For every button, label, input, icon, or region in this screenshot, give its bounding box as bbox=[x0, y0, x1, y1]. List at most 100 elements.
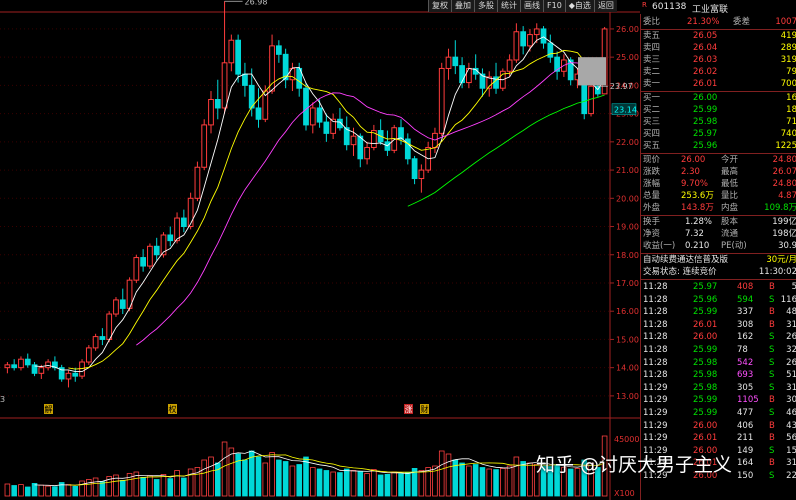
candle-body bbox=[547, 42, 554, 58]
candle-body bbox=[4, 364, 11, 369]
stat2-row: 净资 7.32 流通 198亿 bbox=[641, 229, 796, 240]
weibi-row: 委比 21.30% 委差 1007 bbox=[641, 17, 796, 28]
tick-count: 48 bbox=[786, 307, 796, 318]
toolbar-0[interactable]: 复权 bbox=[428, 0, 451, 12]
tick-time: 11:28 bbox=[643, 282, 668, 292]
tick-count: 46 bbox=[786, 408, 796, 418]
toolbar-4[interactable]: 画线 bbox=[520, 0, 543, 12]
tick-vol: 337 bbox=[737, 307, 754, 318]
tick-vol: 477 bbox=[737, 408, 754, 418]
candle-body bbox=[167, 234, 174, 242]
volume-bar bbox=[323, 470, 330, 497]
ask-vol: 289 bbox=[780, 43, 796, 53]
trade-status-label: 交易状态: 连续竞价 bbox=[643, 267, 717, 277]
tick-count: 116 bbox=[780, 294, 796, 305]
ask-vol: 419 bbox=[780, 31, 796, 41]
candle-body bbox=[92, 336, 99, 349]
stat-value: 253.6万 bbox=[681, 191, 714, 201]
volume-bar bbox=[140, 476, 146, 497]
high-label: 26.98 bbox=[245, 0, 268, 6]
axis-label: 20.00 bbox=[616, 194, 639, 203]
tick-side: B bbox=[769, 420, 775, 431]
tick-row: 11:28 25.99 78 S 32 bbox=[641, 345, 796, 356]
toolbar-5[interactable]: F10 bbox=[543, 0, 565, 12]
vol-axis-label: 45000 bbox=[614, 435, 639, 444]
bid-row: 买二 25.99 18 bbox=[641, 105, 796, 116]
chart-grid bbox=[0, 0, 640, 500]
volume-bar bbox=[52, 486, 58, 497]
volume-bar bbox=[316, 468, 323, 497]
stat-value: 143.8万 bbox=[681, 203, 714, 213]
tick-row: 11:29 26.01 211 B 56 bbox=[641, 433, 796, 444]
candle-body bbox=[106, 313, 113, 340]
ask-label: 卖五 bbox=[643, 31, 661, 41]
stat-row: 涨幅 9.70% 最低 24.80 bbox=[641, 179, 796, 190]
volume-bar bbox=[255, 456, 262, 497]
candle-body bbox=[309, 107, 316, 126]
volume-bar bbox=[479, 467, 486, 497]
candle-body bbox=[459, 65, 465, 84]
candle-body bbox=[520, 31, 527, 47]
axis-label: 25.00 bbox=[616, 53, 639, 62]
candle-body bbox=[174, 217, 180, 242]
tick-vol: 308 bbox=[737, 319, 754, 330]
bid-price: 25.97 bbox=[693, 129, 718, 139]
current-tag: 23.14 bbox=[614, 106, 637, 115]
stat-row: 涨跌 2.30 最高 26.07 bbox=[641, 167, 796, 178]
ask-vol: 700 bbox=[780, 79, 796, 89]
volume-bar bbox=[343, 468, 350, 497]
toolbar-7[interactable]: 返回 bbox=[593, 0, 617, 12]
volume-bar bbox=[282, 461, 289, 497]
ask-price: 26.04 bbox=[693, 43, 718, 53]
tick-time: 11:29 bbox=[643, 382, 668, 393]
tick-time: 11:28 bbox=[643, 332, 668, 343]
volume-bar bbox=[357, 470, 364, 497]
toolbar-3[interactable]: 统计 bbox=[497, 0, 520, 12]
trade-status-row: 交易状态: 连续竞价 11:30:02 bbox=[641, 267, 796, 278]
tick-row: 11:29 25.98 305 S 31 bbox=[641, 383, 796, 394]
tick-row: 11:28 25.97 408 B 5 bbox=[641, 282, 796, 293]
tick-row: 11:28 26.01 308 B 31 bbox=[641, 320, 796, 331]
weibi-value: 21.30% bbox=[687, 17, 720, 27]
bid-row: 买四 25.97 740 bbox=[641, 129, 796, 140]
promo-row[interactable]: 自动续费通达信普及版 30元/月 bbox=[641, 255, 796, 266]
tick-price: 26.01 bbox=[693, 433, 718, 444]
tick-price: 26.01 bbox=[693, 319, 718, 330]
axis-label: 15.00 bbox=[616, 335, 639, 344]
stat2-label-2: 流通 bbox=[721, 229, 739, 239]
candle-body bbox=[147, 245, 153, 267]
kline-chart[interactable]: 26.0025.0024.0023.0022.0021.0020.0019.00… bbox=[0, 0, 640, 500]
tick-row: 11:28 26.00 162 S 26 bbox=[641, 332, 796, 343]
stat2-label-2: PE(动) bbox=[721, 241, 747, 251]
panel-separator bbox=[641, 215, 796, 216]
volume-bar bbox=[24, 486, 31, 497]
stat2-label: 换手 bbox=[643, 217, 661, 227]
stat2-row: 换手 1.28% 股本 199亿 bbox=[641, 217, 796, 228]
candle-body bbox=[24, 358, 31, 366]
tick-price: 25.98 bbox=[693, 357, 718, 368]
ask-price: 26.05 bbox=[693, 31, 718, 41]
stat2-value: 7.32 bbox=[685, 229, 704, 239]
candle-body bbox=[228, 39, 235, 64]
tick-side: B bbox=[769, 282, 775, 292]
tick-side: S bbox=[769, 408, 775, 418]
candle-body bbox=[411, 158, 418, 180]
toolbar-6[interactable]: ◆自选 bbox=[564, 0, 594, 12]
stat-value-2: 4.87 bbox=[778, 191, 796, 201]
bid-vol: 740 bbox=[780, 129, 796, 139]
volume-bar bbox=[167, 478, 174, 497]
ask-label: 卖四 bbox=[643, 43, 661, 53]
promo-text: 自动续费通达信普及版 bbox=[643, 255, 729, 265]
toolbar-1[interactable]: 叠加 bbox=[451, 0, 474, 12]
volume-bar bbox=[303, 456, 309, 497]
chart-toolbar: 复权 叠加 多股 统计 画线 F10 ◆自选 返回 bbox=[428, 0, 617, 12]
axis-label: 21.00 bbox=[616, 166, 639, 175]
axis-label: 17.00 bbox=[616, 279, 639, 288]
volume-bar bbox=[242, 459, 248, 497]
candle-body bbox=[221, 62, 228, 109]
volume-bar bbox=[472, 464, 479, 497]
candle-body bbox=[194, 166, 201, 199]
quote-panel: 委比 21.30% 委差 1007 卖五 26.05 419 卖四 26.04 289 卖三 26.0… bbox=[640, 14, 796, 500]
stat-value-2: 24.80 bbox=[772, 155, 796, 165]
toolbar-2[interactable]: 多股 bbox=[474, 0, 497, 12]
